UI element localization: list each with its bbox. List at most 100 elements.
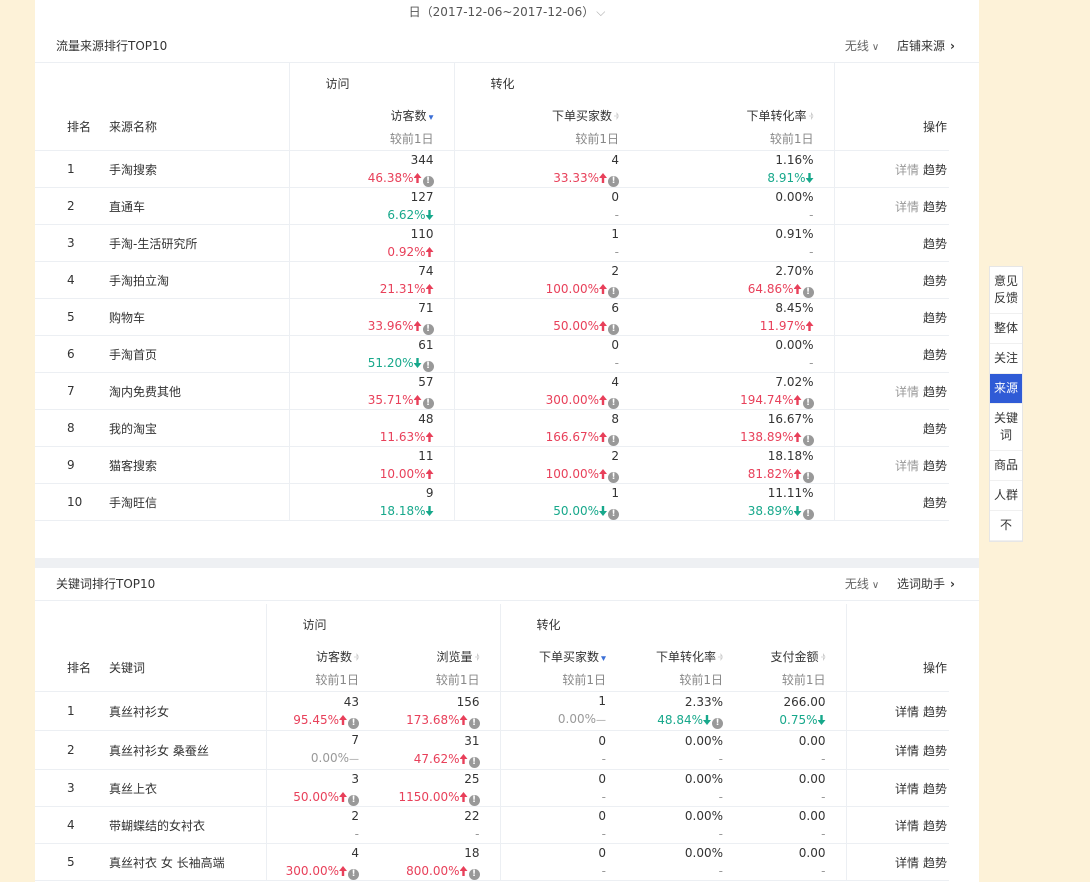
info-icon[interactable]: ! <box>802 435 814 446</box>
info-icon[interactable]: ! <box>608 435 619 446</box>
info-icon[interactable]: ! <box>468 869 480 880</box>
table-row[interactable]: 9 猫客搜索 11 10.00% 2 100.00%! 18.18% 81.82%! 详情 趋势 <box>35 446 949 484</box>
trend-link[interactable]: 趋势 <box>923 311 947 325</box>
info-icon[interactable]: ! <box>422 361 434 372</box>
trend-link[interactable]: 趋势 <box>923 496 947 510</box>
device-dropdown[interactable]: 无线 ∨ <box>845 577 879 591</box>
table-row[interactable]: 7 淘内免费其他 57 35.71%! 4 300.00%! 7.02% 194.74%! 详情… <box>35 372 949 410</box>
info-icon[interactable]: ! <box>608 472 619 483</box>
trend-link[interactable]: 趋势 <box>923 705 947 719</box>
info-icon[interactable]: ! <box>468 718 480 729</box>
sidebar-item[interactable]: 关注 <box>990 344 1022 374</box>
detail-link[interactable]: 详情 <box>895 819 919 833</box>
col-views-header[interactable]: 浏览量 较前1日 <box>379 644 500 692</box>
keyword-name-cell: 真丝上衣 <box>109 769 266 807</box>
metric-value: 6 <box>611 301 619 315</box>
trend-link[interactable]: 趋势 <box>923 385 947 399</box>
metric-change-text: 64.86% <box>747 282 794 296</box>
sidebar-item[interactable]: 整体 <box>990 314 1022 344</box>
table-row[interactable]: 8 我的淘宝 48 11.63% 8 166.67%! 16.67% 138.89%! 趋势 <box>35 409 949 447</box>
info-icon[interactable]: ! <box>608 324 619 335</box>
table-row[interactable]: 6 手淘首页 61 51.20%! 0-0.00% - 趋势 <box>35 335 949 373</box>
detail-link[interactable]: 详情 <box>895 200 919 214</box>
table-row[interactable]: 3 真丝上衣 3 50.00%! 25 1150.00%! 0-0.00% -0.00- 详情趋… <box>35 769 949 807</box>
trend-link[interactable]: 趋势 <box>923 422 947 436</box>
metric-change-text: 50.00% <box>553 504 599 518</box>
trend-link[interactable]: 趋势 <box>923 459 947 473</box>
table-row[interactable]: 1 真丝衬衫女 43 95.45%! 156 173.68%! 1 0.00%— 2.33% 48… <box>35 691 949 731</box>
table-row[interactable]: 2 真丝衬衫女 桑蚕丝 7 0.00%— 31 47.62%! 0-0.00% -0.00- 详… <box>35 730 949 770</box>
table-row[interactable]: 10 手淘旺信 9 18.18% 1 50.00%! 11.11% 38.89%! 趋势 <box>35 483 949 521</box>
detail-link[interactable]: 详情 <box>895 856 919 870</box>
trend-link[interactable]: 趋势 <box>923 163 947 177</box>
info-icon[interactable]: ! <box>348 869 359 880</box>
col-buyers-header[interactable]: 下单买家数 较前1日 <box>453 103 629 151</box>
detail-link[interactable]: 详情 <box>895 163 919 177</box>
table-row[interactable]: 4 带蝴蝶结的女衬衣 2-22-0-0.00% -0.00- 详情 趋势 <box>35 806 949 844</box>
metric-change-text: 1150.00% <box>398 790 460 804</box>
sidebar-item[interactable]: 商品 <box>990 451 1022 481</box>
info-icon[interactable]: ! <box>712 718 723 729</box>
info-icon[interactable]: ! <box>802 509 814 520</box>
table-row[interactable]: 5 真丝衬衣 女 长袖高端 4 300.00%! 18 800.00%! 0-0.00% -0… <box>35 843 949 881</box>
trend-link[interactable]: 趋势 <box>923 274 947 288</box>
trend-link[interactable]: 趋势 <box>923 744 947 758</box>
col-pay-header[interactable]: 支付金额 较前1日 <box>737 644 846 692</box>
device-dropdown[interactable]: 无线 ∨ <box>845 39 879 53</box>
info-icon[interactable]: ! <box>608 398 619 409</box>
arrow-down-icon <box>703 715 711 725</box>
sidebar-item[interactable]: 人群 <box>990 481 1022 511</box>
metric-value: 7 <box>351 733 359 747</box>
sidebar-item[interactable]: 来源 <box>990 374 1022 404</box>
info-icon[interactable]: ! <box>802 398 814 409</box>
trend-link[interactable]: 趋势 <box>923 348 947 362</box>
table-row[interactable]: 2 直通车 127 6.62% 0-0.00% - 详情 趋势 <box>35 187 949 225</box>
table-row[interactable]: 4 手淘拍立淘 74 21.31% 2 100.00%! 2.70% 64.86%! 趋势 <box>35 261 949 299</box>
info-icon[interactable]: ! <box>608 287 619 298</box>
detail-link[interactable]: 详情 <box>895 705 919 719</box>
detail-link[interactable]: 详情 <box>895 782 919 796</box>
col-visitors-header[interactable]: 访客数 较前1日 <box>288 103 454 151</box>
arrow-up-icon <box>339 866 347 876</box>
info-icon[interactable]: ! <box>422 324 434 335</box>
info-icon[interactable]: ! <box>422 398 434 409</box>
info-icon[interactable]: ! <box>608 509 619 520</box>
info-icon[interactable]: ! <box>802 472 814 483</box>
shop-source-link[interactable]: 店铺来源 › <box>897 39 955 53</box>
info-icon[interactable]: ! <box>468 757 480 768</box>
col-rate-header[interactable]: 下单转化率 较前1日 <box>629 103 834 151</box>
info-icon[interactable]: ! <box>348 795 359 806</box>
trend-link[interactable]: 趋势 <box>923 819 947 833</box>
info-icon[interactable]: ! <box>422 176 434 187</box>
trend-link[interactable]: 趋势 <box>923 200 947 214</box>
table-row[interactable]: 5 购物车 71 33.96%! 6 50.00%! 8.45% 11.97% 趋势 <box>35 298 949 336</box>
sidebar-item[interactable]: 意见反馈 <box>990 267 1022 314</box>
metric-change-text: - <box>601 752 606 766</box>
metric-change-text: 138.89% <box>740 430 794 444</box>
keyword-helper-link[interactable]: 选词助手 › <box>897 577 955 591</box>
info-icon[interactable]: ! <box>608 176 619 187</box>
info-icon[interactable]: ! <box>802 287 814 298</box>
arrow-up-icon <box>459 866 468 876</box>
col-buyers-header[interactable]: 下单买家数 较前1日 <box>499 644 614 692</box>
sidebar-item[interactable]: 关键词 <box>990 404 1022 451</box>
metric-change-text: - <box>601 790 606 804</box>
col-rate-header[interactable]: 下单转化率 较前1日 <box>614 644 737 692</box>
table-row[interactable]: 3 手淘-生活研究所 110 0.92% 1-0.91% - 趋势 <box>35 224 949 262</box>
metric-cell: 2- <box>265 806 379 844</box>
detail-link[interactable]: 详情 <box>895 459 919 473</box>
info-icon[interactable]: ! <box>348 718 359 729</box>
detail-link[interactable]: 详情 <box>895 744 919 758</box>
detail-link[interactable]: 详情 <box>895 385 919 399</box>
col-visitors-header[interactable]: 访客数 较前1日 <box>265 644 379 692</box>
table-row[interactable]: 1 手淘搜索 344 46.38%! 4 33.33%! 1.16% 8.91% 详情 趋势 <box>35 150 949 188</box>
source-name-cell: 猫客搜索 <box>109 446 289 484</box>
trend-link[interactable]: 趋势 <box>923 237 947 251</box>
date-range-selector[interactable]: 日（2017-12-06~2017-12-06） ⌵ <box>35 0 979 30</box>
trend-link[interactable]: 趋势 <box>923 856 947 870</box>
rank-cell: 5 <box>35 843 109 881</box>
info-icon[interactable]: ! <box>468 795 480 806</box>
metric-value: 0 <box>611 338 619 352</box>
trend-link[interactable]: 趋势 <box>923 782 947 796</box>
sidebar-item[interactable]: 不 <box>990 511 1022 541</box>
